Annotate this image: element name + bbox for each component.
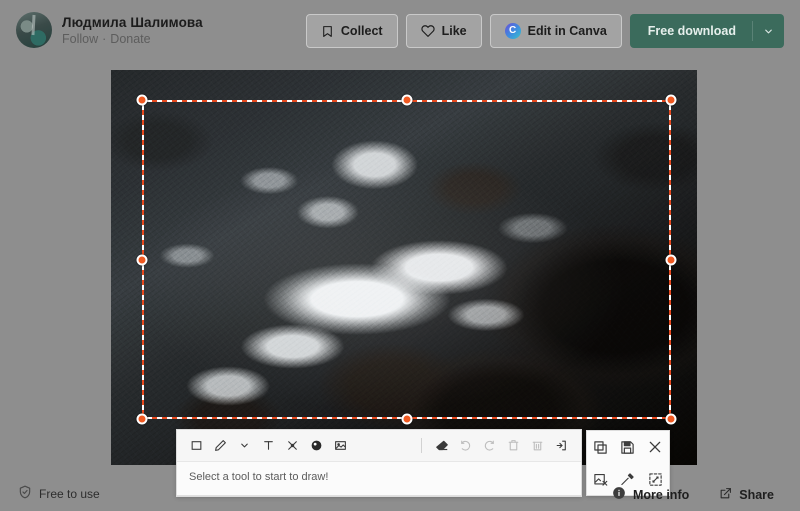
handle-top-left[interactable]: [136, 94, 148, 106]
pencil-tool[interactable]: [210, 435, 231, 456]
heart-icon: [420, 24, 435, 38]
handle-middle-left[interactable]: [136, 254, 148, 265]
handle-top-center[interactable]: [401, 94, 412, 106]
undo-button[interactable]: [455, 435, 476, 456]
top-bar: Людмила Шалимова Follow · Donate Collect L…: [0, 0, 800, 60]
clear-all-button[interactable]: [527, 435, 548, 456]
main-photo[interactable]: [111, 70, 697, 465]
collect-icon: [321, 25, 334, 38]
chevron-down-icon[interactable]: [752, 21, 784, 41]
close-button[interactable]: [643, 435, 667, 459]
like-button[interactable]: Like: [405, 14, 482, 48]
like-label: Like: [441, 24, 467, 38]
drawing-tools-right: [419, 435, 572, 456]
handle-middle-right[interactable]: [665, 254, 677, 265]
copy-button[interactable]: [589, 435, 613, 459]
collect-label: Collect: [340, 24, 383, 38]
free-to-use-label: Free to use: [39, 486, 100, 501]
delete-button[interactable]: [503, 435, 524, 456]
toolbar-divider: [421, 438, 422, 453]
handle-bottom-left[interactable]: [136, 413, 148, 425]
shield-icon: [18, 485, 32, 502]
info-icon: [612, 486, 626, 503]
bottom-right-actions: More info Share: [602, 482, 784, 507]
follow-link[interactable]: Follow: [62, 32, 98, 46]
drawing-tools-row: [177, 430, 581, 461]
donate-link[interactable]: Donate: [110, 32, 150, 46]
handle-bottom-center[interactable]: [401, 413, 412, 425]
insert-image-tool[interactable]: [330, 435, 351, 456]
exit-button[interactable]: [551, 435, 572, 456]
avatar[interactable]: [16, 12, 52, 48]
rectangle-tool[interactable]: [186, 435, 207, 456]
free-download-button[interactable]: Free download: [629, 14, 784, 48]
handle-bottom-right[interactable]: [665, 413, 677, 425]
eraser-tool[interactable]: [431, 435, 452, 456]
download-label: Free download: [647, 24, 736, 38]
text-tool[interactable]: [258, 435, 279, 456]
external-link-icon: [719, 487, 732, 503]
redo-button[interactable]: [479, 435, 500, 456]
share-label: Share: [739, 487, 774, 502]
drawing-tools-left: [186, 435, 351, 456]
author-block: Людмила Шалимова Follow · Donate: [16, 12, 203, 48]
canva-label: Edit in Canva: [527, 24, 607, 38]
free-to-use-badge[interactable]: Free to use: [18, 485, 100, 502]
author-meta: Follow · Donate: [62, 32, 203, 46]
handle-top-right[interactable]: [665, 94, 677, 106]
chevron-down-icon[interactable]: [234, 435, 255, 456]
meta-separator: ·: [102, 31, 107, 46]
collect-button[interactable]: Collect: [305, 14, 398, 48]
author-text: Людмила Шалимова Follow · Donate: [62, 15, 203, 46]
crop-tool[interactable]: [282, 435, 303, 456]
more-info-button[interactable]: More info: [602, 482, 699, 507]
edit-in-canva-button[interactable]: C Edit in Canva: [489, 14, 622, 48]
top-actions: Collect Like C Edit in Canva Free downlo…: [305, 14, 784, 48]
photo-container[interactable]: [111, 70, 697, 465]
more-info-label: More info: [633, 487, 690, 502]
bottom-bar: Free to use More info Share: [0, 477, 800, 511]
author-name: Людмила Шалимова: [62, 14, 203, 30]
fill-color-tool[interactable]: [306, 435, 327, 456]
canva-icon: C: [504, 23, 521, 39]
save-button[interactable]: [616, 435, 640, 459]
share-button[interactable]: Share: [709, 483, 784, 507]
